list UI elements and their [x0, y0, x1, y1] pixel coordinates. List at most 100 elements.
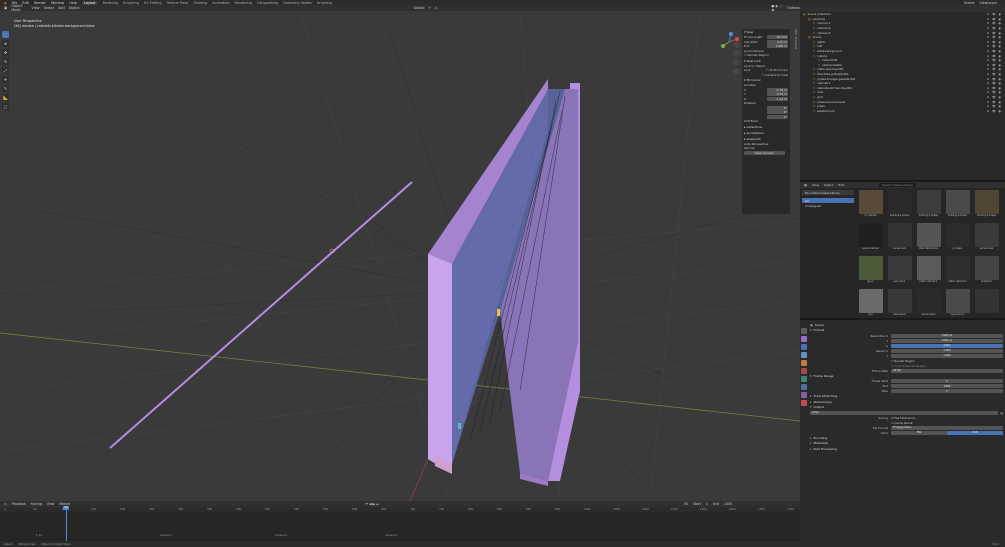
- visibility-icons[interactable]: ☑ 👁 ◉: [987, 58, 1002, 62]
- visibility-icons[interactable]: ☑ 👁 ◉: [987, 67, 1002, 71]
- output-path-field[interactable]: /tmp/: [810, 410, 999, 415]
- outliner-row[interactable]: ▽ walkthrough ☑ 👁 ◉: [800, 108, 1005, 113]
- asset-search-input[interactable]: Search Asset Library: [879, 183, 916, 187]
- view-layer-selector[interactable]: ViewLayer: [980, 1, 998, 5]
- set-cell-button[interactable]: Set cell: [744, 146, 755, 150]
- asset-tile[interactable]: server.rack: [886, 223, 913, 254]
- menu-object[interactable]: Object: [69, 6, 80, 10]
- pan-icon[interactable]: [733, 50, 740, 57]
- focal-length-field[interactable]: 50 mm: [767, 35, 788, 40]
- menu-playback[interactable]: Playback: [12, 502, 26, 506]
- playback-controls-icon[interactable]: ⏮ ◀ ▶ ⏭: [365, 502, 379, 506]
- visibility-icons[interactable]: ☑ 👁 ◉: [987, 95, 1002, 99]
- category-unassigned[interactable]: Unassigned: [802, 203, 854, 208]
- visibility-icons[interactable]: ☑ 👁 ◉: [987, 54, 1002, 58]
- asset-browser-icon[interactable]: ▦: [804, 183, 807, 187]
- menu-view[interactable]: View: [812, 183, 819, 187]
- timeline-tracks[interactable]: 50 F_01 camera.1 camera.2 camera.3: [0, 506, 800, 543]
- tab-geometry-nodes[interactable]: Geometry Nodes: [283, 1, 312, 5]
- render-tab-icon[interactable]: [801, 336, 807, 342]
- menu-edit[interactable]: Edit: [838, 183, 844, 187]
- menu-select[interactable]: Select: [44, 6, 54, 10]
- aspect-y-field[interactable]: 1.000: [891, 353, 1003, 358]
- cursor-y-field[interactable]: -3.31 m: [767, 92, 788, 97]
- frame-end-field[interactable]: 2400: [891, 384, 1003, 388]
- tab-animation[interactable]: Animation: [212, 1, 229, 5]
- visibility-icons[interactable]: ☑ 👁 ◉: [987, 21, 1002, 25]
- cache-result-checkbox[interactable]: ☐ Cache Result: [891, 421, 913, 425]
- asset-tile[interactable]: psu: [857, 289, 884, 320]
- measure-icon[interactable]: 📐: [2, 94, 9, 101]
- visibility-icons[interactable]: ☑ 👁 ◉: [987, 63, 1002, 67]
- asset-tile[interactable]: server.tower: [915, 289, 942, 320]
- snap-icon[interactable]: ⌖: [429, 6, 431, 10]
- view-current-button[interactable]: View Current: [744, 150, 785, 155]
- transform-icon[interactable]: ✛: [2, 76, 9, 83]
- zoom-icon[interactable]: [733, 41, 740, 48]
- asset-tile[interactable]: [973, 289, 1000, 320]
- options-dropdown[interactable]: Options: [787, 6, 800, 10]
- asset-tile[interactable]: data.cabinet.box: [915, 223, 942, 254]
- menu-add[interactable]: Add: [58, 6, 65, 10]
- cursor-z-field[interactable]: 1.12 m: [767, 96, 788, 101]
- collection-tab-icon[interactable]: [801, 376, 807, 382]
- tab-shading[interactable]: Shading: [193, 1, 207, 5]
- editor-type-icon[interactable]: ▣: [4, 6, 7, 10]
- blender-logo-icon[interactable]: ◆: [4, 1, 7, 5]
- material-tab-icon[interactable]: [801, 400, 807, 406]
- to-3d-cursor-checkbox[interactable]: ☐ To 3D Cursor: [766, 68, 788, 72]
- menu-keying[interactable]: Keying: [31, 502, 42, 506]
- color-rgb-option[interactable]: RGB: [947, 430, 1003, 435]
- current-frame-field[interactable]: 50: [684, 502, 688, 506]
- tab-texture-paint[interactable]: Texture Paint: [167, 1, 189, 5]
- tab-layout[interactable]: Layout: [82, 0, 98, 5]
- clip-end-field[interactable]: 1000 m: [767, 44, 788, 49]
- tab-sculpting[interactable]: Sculpting: [123, 1, 139, 5]
- select-box-icon[interactable]: ⬚: [2, 31, 9, 38]
- asset-tile[interactable]: building.3.shape: [915, 190, 942, 221]
- visibility-icons[interactable]: ☑ 👁 ◉: [987, 90, 1002, 94]
- asset-tile[interactable]: hypervisor.1: [944, 289, 971, 320]
- visibility-icons[interactable]: ☑ 👁 ◉: [987, 31, 1002, 35]
- asset-tile[interactable]: gpu.1: [857, 256, 884, 287]
- tab-tool[interactable]: Tool: [794, 36, 798, 41]
- res-x-field[interactable]: 1920 px: [891, 333, 1003, 338]
- visibility-icons[interactable]: ☑ 👁 ◉: [987, 17, 1002, 21]
- clip-start-field[interactable]: 0.01 m: [767, 39, 788, 44]
- orientation-dropdown[interactable]: Global: [414, 6, 425, 10]
- asset-tile[interactable]: patch.cabinet.2: [944, 256, 971, 287]
- asset-tile[interactable]: cable.spool: [886, 289, 913, 320]
- visibility-icons[interactable]: ☑ 👁 ◉: [987, 26, 1002, 30]
- visibility-icons[interactable]: ☑ 👁 ◉: [987, 35, 1002, 39]
- color-bw-option[interactable]: BW: [891, 430, 947, 435]
- modifier-tab-icon[interactable]: [801, 392, 807, 398]
- 3d-viewport[interactable]: ⬚ ⊕ ✥ ↻ ⤢ ✛ ✎ 📐 ▢ User Perspective (50) …: [0, 11, 800, 501]
- rotation-x-field[interactable]: 0°: [767, 105, 788, 110]
- tab-item[interactable]: Item: [794, 29, 798, 35]
- rotation-z-field[interactable]: 0°: [767, 114, 788, 119]
- move-icon[interactable]: ✥: [2, 49, 9, 56]
- rotation-mode-dropdown[interactable]: XYZ Euler: [744, 119, 758, 123]
- asset-tile[interactable]: building.4.shape: [944, 190, 971, 221]
- visibility-icons[interactable]: ☑ 👁 ◉: [987, 12, 1002, 16]
- visibility-icons[interactable]: ☑ 👁 ◉: [987, 44, 1002, 48]
- visibility-icons[interactable]: ☑ 👁 ◉: [987, 40, 1002, 44]
- res-pct-field[interactable]: 100%: [891, 343, 1003, 348]
- asset-tile[interactable]: building.2.shape: [886, 190, 913, 221]
- visibility-icons[interactable]: ☑ 👁 ◉: [987, 104, 1002, 108]
- camera-view-icon[interactable]: [733, 59, 740, 66]
- file-extensions-checkbox[interactable]: ☑ File Extensions: [891, 416, 915, 420]
- ortho-toggle-icon[interactable]: [733, 68, 740, 75]
- add-cube-icon[interactable]: ▢: [2, 103, 9, 110]
- frame-rate-dropdown[interactable]: 24 fps: [891, 368, 1003, 373]
- visibility-icons[interactable]: ☑ 👁 ◉: [987, 109, 1002, 113]
- start-field[interactable]: 1: [706, 502, 708, 506]
- output-tab-icon[interactable]: [801, 344, 807, 350]
- menu-select[interactable]: Select: [824, 183, 833, 187]
- tab-compositing[interactable]: Compositing: [257, 1, 278, 5]
- menu-render[interactable]: Render: [34, 1, 46, 5]
- render-region-checkbox[interactable]: ☐ Render Region: [891, 359, 915, 363]
- tab-modeling[interactable]: Modeling: [103, 1, 118, 5]
- playhead-frame-label[interactable]: 50: [63, 506, 69, 510]
- menu-view[interactable]: View: [32, 6, 40, 10]
